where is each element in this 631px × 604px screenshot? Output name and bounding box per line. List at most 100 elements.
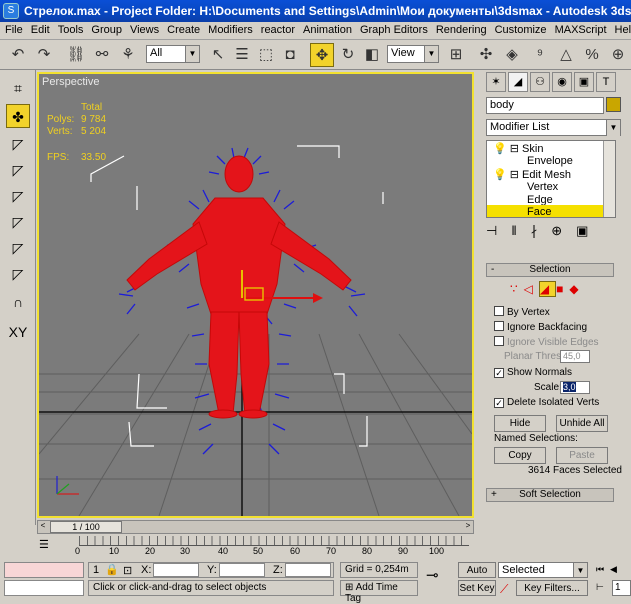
tab-display[interactable]: ▣ bbox=[574, 72, 594, 92]
reactor-rigid-body-icon[interactable]: ⌗ bbox=[6, 76, 30, 100]
paste-button[interactable]: Paste bbox=[556, 447, 608, 464]
tab-create[interactable]: ✶ bbox=[486, 72, 506, 92]
select-object-icon[interactable]: ↖ bbox=[206, 43, 230, 67]
y-coord-field[interactable] bbox=[219, 563, 265, 577]
stack-scrollbar[interactable] bbox=[603, 141, 615, 217]
stack-item-edit-mesh[interactable]: 💡 ⊟ Edit Mesh bbox=[493, 168, 571, 181]
key-filters-button[interactable]: Key Filters... bbox=[516, 580, 588, 596]
angle-snap-icon[interactable]: △ bbox=[554, 43, 578, 67]
ignore-backfacing-checkbox[interactable]: Ignore Backfacing bbox=[494, 321, 587, 333]
manipulate-icon[interactable]: ✣ bbox=[474, 43, 498, 67]
reference-coord-dropdown[interactable]: View ▼ bbox=[387, 45, 439, 63]
select-scale-icon[interactable]: ◧ bbox=[360, 43, 384, 67]
go-to-start-icon[interactable]: ⏮ bbox=[596, 564, 604, 575]
reactor-cloth-icon[interactable]: ✤ bbox=[6, 104, 30, 128]
normal-scale-spinner[interactable]: 3,0 bbox=[560, 381, 590, 394]
tab-motion[interactable]: ◉ bbox=[552, 72, 572, 92]
delete-isolated-verts-checkbox[interactable]: ✓ Delete Isolated Verts bbox=[494, 397, 599, 408]
vertex-level-icon[interactable]: ∵ bbox=[510, 282, 524, 296]
menu-maxscript[interactable]: MAXScript bbox=[550, 22, 610, 36]
menu-animation[interactable]: Animation bbox=[298, 22, 355, 36]
menu-graph-editors[interactable]: Graph Editors bbox=[355, 22, 431, 36]
x-coord-field[interactable] bbox=[153, 563, 199, 577]
unhide-all-button[interactable]: Unhide All bbox=[556, 415, 608, 432]
menu-file[interactable]: File bbox=[0, 22, 26, 36]
face-level-icon[interactable]: ◢ bbox=[538, 281, 557, 297]
reactor-soft-body-icon[interactable]: ◸ bbox=[6, 132, 30, 156]
unlink-icon[interactable]: ⚯ bbox=[90, 43, 114, 67]
time-slider[interactable]: < 1 / 100 > bbox=[37, 520, 474, 534]
by-vertex-checkbox[interactable]: By Vertex bbox=[494, 306, 550, 318]
next-frame-arrow-icon[interactable]: > bbox=[463, 521, 473, 533]
object-color-swatch[interactable] bbox=[606, 97, 621, 112]
menu-views[interactable]: Views bbox=[125, 22, 162, 36]
reactor-spring-icon[interactable]: ◸ bbox=[6, 236, 30, 260]
light-bulb-icon[interactable]: 💡 bbox=[493, 169, 507, 181]
link-icon[interactable]: ⛓ bbox=[64, 43, 88, 67]
window-crossing-icon[interactable]: ◘ bbox=[278, 43, 302, 67]
tab-utilities[interactable]: T bbox=[596, 72, 616, 92]
z-coord-field[interactable] bbox=[285, 563, 331, 577]
percent-snap-icon[interactable]: % bbox=[580, 43, 604, 67]
snap-toggle-icon[interactable]: ⁹ bbox=[528, 43, 552, 67]
show-normals-checkbox[interactable]: ✓ Show Normals bbox=[494, 367, 572, 378]
undo-icon[interactable]: ↶ bbox=[6, 43, 30, 67]
menu-create[interactable]: Create bbox=[162, 22, 203, 36]
reactor-water-icon[interactable]: ◸ bbox=[6, 262, 30, 286]
remove-modifier-icon[interactable]: ⊕ bbox=[551, 223, 576, 238]
keyboard-shortcut-icon[interactable]: ◈ bbox=[500, 43, 524, 67]
select-move-icon[interactable]: ✥ bbox=[310, 43, 334, 67]
rect-selection-icon[interactable]: ⬚ bbox=[254, 43, 278, 67]
selection-filter-dropdown[interactable]: All ▼ bbox=[146, 45, 200, 63]
menu-edit[interactable]: Edit bbox=[26, 22, 53, 36]
ignore-visible-edges-checkbox[interactable]: Ignore Visible Edges bbox=[494, 336, 599, 348]
key-mode-dropdown[interactable]: Selected ▼ bbox=[498, 562, 588, 578]
prev-frame-arrow-icon[interactable]: < bbox=[38, 521, 48, 533]
set-key-button[interactable]: Set Key bbox=[458, 580, 496, 596]
stack-item-skin[interactable]: 💡 ⊟ Skin bbox=[493, 142, 543, 155]
add-time-tag[interactable]: ⊞ Add Time Tag bbox=[340, 580, 418, 604]
make-unique-icon[interactable]: ∤ bbox=[531, 223, 552, 238]
reactor-deforming-mesh-icon[interactable]: ◸ bbox=[6, 184, 30, 208]
curve-editor-icon[interactable]: ☰ bbox=[39, 538, 55, 552]
reactor-fracture-icon[interactable]: ∩ bbox=[6, 290, 30, 314]
polygon-level-icon[interactable]: ■ bbox=[556, 282, 569, 296]
pin-stack-icon[interactable]: ⊣ bbox=[486, 223, 511, 238]
menu-rendering[interactable]: Rendering bbox=[431, 22, 490, 36]
reactor-rope-icon[interactable]: ◸ bbox=[6, 158, 30, 182]
tab-modify[interactable]: ◢ bbox=[508, 72, 528, 92]
select-by-name-icon[interactable]: ☰ bbox=[230, 43, 254, 67]
menu-help[interactable]: Help bbox=[610, 22, 631, 36]
stack-item-face[interactable]: Face bbox=[527, 206, 551, 217]
object-name-field[interactable]: body bbox=[486, 97, 604, 114]
modifier-stack[interactable]: 💡 ⊟ Skin Envelope 💡 ⊟ Edit Mesh Vertex E… bbox=[486, 140, 616, 218]
time-slider-thumb[interactable]: 1 / 100 bbox=[50, 521, 122, 533]
modifier-list-dropdown[interactable]: Modifier List ▼ bbox=[486, 119, 621, 136]
select-rotate-icon[interactable]: ↻ bbox=[336, 43, 360, 67]
tab-hierarchy[interactable]: ⚇ bbox=[530, 72, 550, 92]
selection-rollout-header[interactable]: - Selection bbox=[486, 263, 614, 277]
app-icon[interactable]: S bbox=[3, 3, 19, 19]
menu-modifiers[interactable]: Modifiers bbox=[203, 22, 256, 36]
reactor-plane-icon[interactable]: ◸ bbox=[6, 210, 30, 234]
key-icon[interactable]: ⊸ bbox=[426, 566, 439, 584]
show-end-result-icon[interactable]: ‖ bbox=[511, 223, 530, 238]
menu-customize[interactable]: Customize bbox=[490, 22, 550, 36]
menu-reactor[interactable]: reactor bbox=[256, 22, 298, 36]
auto-key-button[interactable]: Auto Key bbox=[458, 562, 496, 591]
default-in-out-tangent-icon[interactable]: ⟋ bbox=[500, 582, 508, 597]
soft-selection-rollout-header[interactable]: + Soft Selection bbox=[486, 488, 614, 502]
planar-thresh-spinner[interactable]: 45,0 bbox=[560, 350, 590, 363]
hide-button[interactable]: Hide bbox=[494, 415, 546, 432]
maxscript-listener-mini[interactable] bbox=[4, 562, 84, 578]
prev-key-icon[interactable]: ◀ bbox=[610, 564, 617, 575]
track-bar[interactable]: ☰ 0 10 20 30 40 50 60 70 80 90 100 bbox=[37, 536, 474, 558]
menu-group[interactable]: Group bbox=[86, 22, 125, 36]
bind-space-warp-icon[interactable]: ⚘ bbox=[116, 43, 140, 67]
copy-button[interactable]: Copy bbox=[494, 447, 546, 464]
stack-item-vertex[interactable]: Vertex bbox=[527, 181, 558, 193]
stack-item-envelope[interactable]: Envelope bbox=[527, 155, 573, 167]
edge-level-icon[interactable]: ◁ bbox=[524, 282, 539, 296]
reactor-xy-icon[interactable]: XY bbox=[6, 320, 30, 344]
maxscript-input[interactable] bbox=[4, 580, 84, 596]
